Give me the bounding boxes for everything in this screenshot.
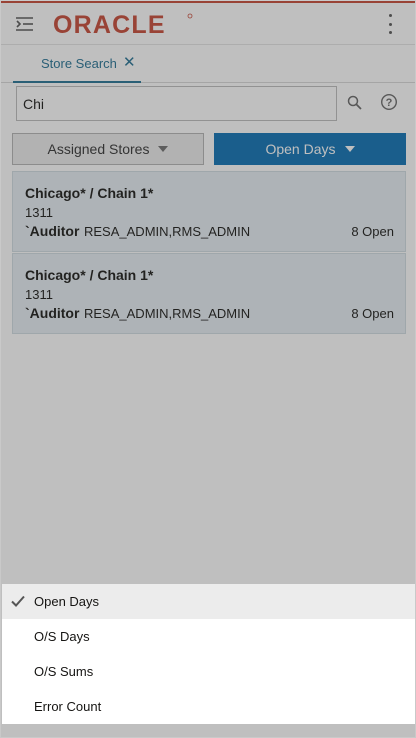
close-icon[interactable]: ✕ (123, 55, 136, 71)
open-count: 8 Open (351, 224, 394, 239)
magnifier-icon[interactable] (347, 95, 363, 111)
help-circle-icon[interactable]: ? (380, 93, 398, 111)
caret-down-icon (158, 146, 169, 152)
tab-store-search[interactable]: Store Search ✕ (13, 45, 141, 83)
tab-label: Store Search (41, 56, 117, 71)
sort-option-error-count[interactable]: Error Count (2, 689, 415, 724)
sort-menu: Open Days O/S Days O/S Sums Error Count (2, 584, 415, 724)
search-input[interactable] (16, 86, 337, 121)
sort-option-label: Open Days (34, 594, 100, 609)
sort-open-days-button[interactable]: Open Days (214, 133, 406, 165)
search-row: ? (1, 83, 415, 125)
auditor-label: `Auditor (25, 305, 80, 321)
menu-expand-icon[interactable] (15, 15, 35, 33)
store-title: Chicago* / Chain 1* (25, 185, 154, 201)
assigned-stores-dropdown[interactable]: Assigned Stores (12, 133, 204, 165)
sort-option-label: O/S Sums (34, 664, 94, 679)
svg-text:?: ? (386, 97, 393, 109)
sort-option-os-sums[interactable]: O/S Sums (2, 654, 415, 689)
sort-option-os-days[interactable]: O/S Days (2, 619, 415, 654)
app-header: ORACLE (1, 3, 415, 44)
assigned-stores-label: Assigned Stores (47, 141, 150, 157)
auditor-label: `Auditor (25, 223, 80, 239)
caret-down-icon (344, 146, 355, 152)
oracle-logo-text: ORACLE (53, 11, 166, 37)
sort-option-label: O/S Days (34, 629, 90, 644)
checkmark-icon (10, 593, 26, 609)
oracle-logo: ORACLE (53, 11, 193, 39)
roles-text: RESA_ADMIN,RMS_ADMIN (84, 224, 251, 239)
store-title: Chicago* / Chain 1* (25, 267, 154, 283)
sort-label: Open Days (265, 141, 336, 157)
store-card[interactable]: Chicago* / Chain 1* 1311 `Auditor RESA_A… (12, 253, 406, 334)
sort-option-label: Error Count (34, 699, 102, 714)
vertical-ellipsis-icon[interactable] (387, 14, 393, 34)
store-code: 1311 (25, 287, 53, 302)
store-card[interactable]: Chicago* / Chain 1* 1311 `Auditor RESA_A… (12, 171, 406, 252)
store-code: 1311 (25, 205, 53, 220)
app-window: ORACLE Store Search ✕ ? (0, 0, 416, 738)
sort-option-open-days[interactable]: Open Days (2, 584, 415, 619)
tab-bar: Store Search ✕ (1, 44, 415, 83)
roles-text: RESA_ADMIN,RMS_ADMIN (84, 306, 251, 321)
open-count: 8 Open (351, 306, 394, 321)
